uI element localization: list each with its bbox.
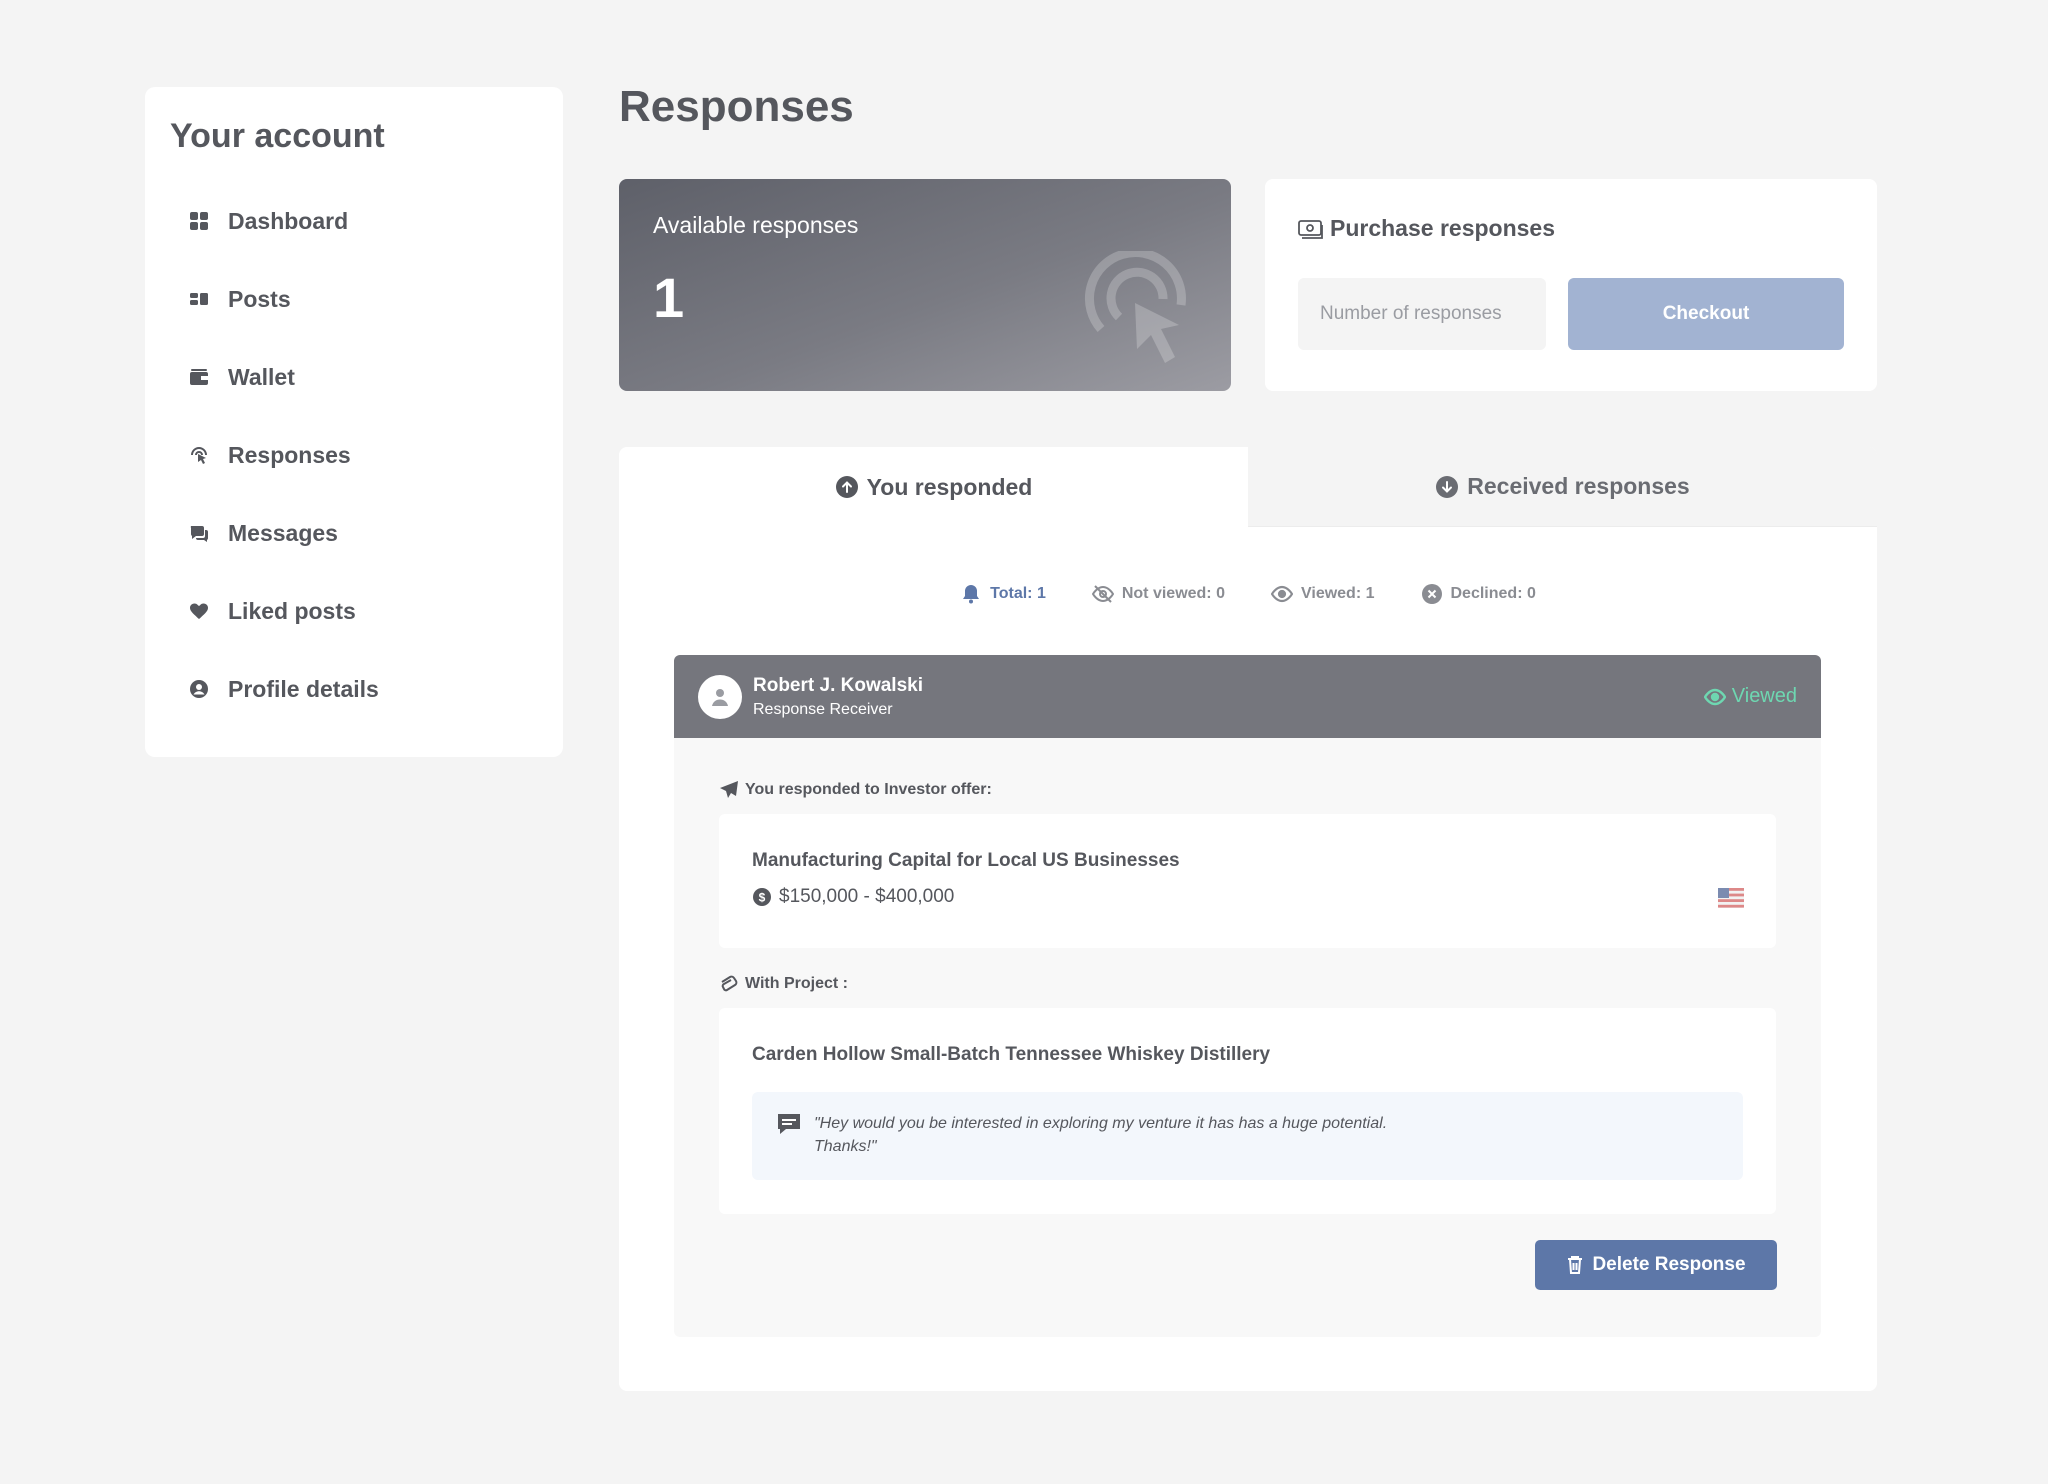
- response-stats: Total: 1 Not viewed: 0 Viewed: 1 Decline…: [619, 583, 1877, 605]
- posts-icon: [188, 288, 210, 310]
- user-icon: [712, 688, 728, 706]
- responses-panel: You responded Received responses Total: …: [619, 447, 1877, 1391]
- available-responses-card: Available responses 1: [619, 179, 1231, 391]
- money-bill-icon: [1298, 219, 1323, 239]
- response-message: "Hey would you be interested in explorin…: [752, 1092, 1743, 1180]
- us-flag-icon: [1718, 888, 1744, 908]
- comment-icon: [778, 1114, 800, 1134]
- stat-total-label: Total: 1: [990, 585, 1046, 602]
- responses-tabs: You responded Received responses: [619, 447, 1877, 527]
- paper-plane-icon: [720, 781, 738, 798]
- receiver-role: Response Receiver: [753, 700, 893, 718]
- sidebar-item-profile-details[interactable]: Profile details: [170, 650, 538, 728]
- eye-slash-icon: [1091, 585, 1114, 603]
- sidebar-title: Your account: [170, 117, 385, 155]
- delete-response-button[interactable]: Delete Response: [1535, 1240, 1777, 1290]
- message-line-2: Thanks!": [814, 1138, 877, 1155]
- sidebar-item-dashboard[interactable]: Dashboard: [170, 182, 538, 260]
- offer-section-label: You responded to Investor offer:: [719, 780, 1821, 800]
- stat-viewed[interactable]: Viewed: 1: [1270, 583, 1375, 605]
- trash-icon: [1568, 1256, 1583, 1274]
- investor-offer-box[interactable]: Manufacturing Capital for Local US Busin…: [719, 814, 1776, 948]
- arrow-up-circle-icon: [835, 476, 858, 498]
- paperclip-icon: [721, 975, 738, 992]
- stat-total[interactable]: Total: 1: [960, 583, 1046, 605]
- stat-viewed-label: Viewed: 1: [1300, 585, 1375, 602]
- tab-label: Received responses: [1467, 473, 1690, 499]
- offer-amount: $ $150,000 - $400,000: [752, 886, 1743, 908]
- available-responses-label: Available responses: [653, 212, 859, 238]
- project-title: Carden Hollow Small-Batch Tennessee Whis…: [752, 1044, 1271, 1065]
- response-card: Robert J. Kowalski Response Receiver Vie…: [674, 655, 1821, 1337]
- message-line-1: "Hey would you be interested in explorin…: [814, 1115, 1388, 1132]
- user-circle-icon: [188, 678, 210, 700]
- sidebar-item-label: Messages: [228, 519, 338, 546]
- delete-button-label: Delete Response: [1592, 1254, 1746, 1275]
- response-card-header: Robert J. Kowalski Response Receiver Vie…: [674, 655, 1821, 738]
- stat-declined[interactable]: Declined: 0: [1421, 583, 1536, 605]
- tab-you-responded[interactable]: You responded: [619, 447, 1248, 527]
- stat-declined-label: Declined: 0: [1450, 585, 1536, 602]
- dashboard-icon: [188, 210, 210, 232]
- sidebar-item-label: Dashboard: [228, 207, 349, 234]
- status-badge: Viewed: [1703, 685, 1797, 708]
- eye-icon: [1703, 688, 1726, 705]
- offer-amount-text: $150,000 - $400,000: [779, 886, 955, 907]
- sidebar-item-label: Profile details: [228, 675, 379, 702]
- messages-icon: [188, 522, 210, 544]
- stat-not-viewed-label: Not viewed: 0: [1121, 585, 1225, 602]
- sidebar-item-label: Wallet: [228, 363, 295, 390]
- pointer-click-icon: [188, 444, 210, 466]
- project-box[interactable]: Carden Hollow Small-Batch Tennessee Whis…: [719, 1008, 1776, 1214]
- tab-received-responses[interactable]: Received responses: [1248, 447, 1877, 527]
- sidebar-item-responses[interactable]: Responses: [170, 416, 538, 494]
- heart-icon: [188, 600, 210, 622]
- dollar-circle-icon: $: [753, 888, 771, 906]
- purchase-title: Purchase responses: [1330, 215, 1556, 241]
- offer-title: Manufacturing Capital for Local US Busin…: [752, 850, 1180, 871]
- project-section-label: With Project :: [719, 974, 1821, 994]
- sidebar-item-liked-posts[interactable]: Liked posts: [170, 572, 538, 650]
- purchase-responses-card: Purchase responses Checkout: [1265, 179, 1877, 391]
- stat-not-viewed[interactable]: Not viewed: 0: [1091, 583, 1225, 605]
- wallet-icon: [188, 366, 210, 388]
- sidebar-item-label: Posts: [228, 285, 291, 312]
- avatar: [698, 674, 742, 719]
- tab-label: You responded: [866, 473, 1033, 500]
- sidebar-item-posts[interactable]: Posts: [170, 260, 538, 338]
- page-title: Responses: [619, 82, 854, 131]
- sidebar-item-label: Liked posts: [228, 597, 356, 624]
- arrow-down-circle-icon: [1436, 475, 1459, 498]
- sidebar-item-label: Responses: [228, 441, 351, 468]
- x-circle-icon: [1421, 584, 1442, 604]
- status-label: Viewed: [1731, 685, 1797, 707]
- svg-text:$: $: [759, 891, 766, 905]
- eye-icon: [1270, 585, 1293, 603]
- pointer-click-icon: [1084, 251, 1186, 363]
- account-sidebar: Your account Dashboard Posts Wallet Resp…: [145, 87, 563, 757]
- receiver-name: Robert J. Kowalski: [753, 674, 923, 696]
- checkout-button[interactable]: Checkout: [1568, 278, 1844, 350]
- purchase-header: Purchase responses: [1298, 215, 1844, 242]
- sidebar-item-messages[interactable]: Messages: [170, 494, 538, 572]
- number-of-responses-input[interactable]: [1298, 278, 1546, 350]
- bell-icon: [963, 585, 980, 604]
- sidebar-item-wallet[interactable]: Wallet: [170, 338, 538, 416]
